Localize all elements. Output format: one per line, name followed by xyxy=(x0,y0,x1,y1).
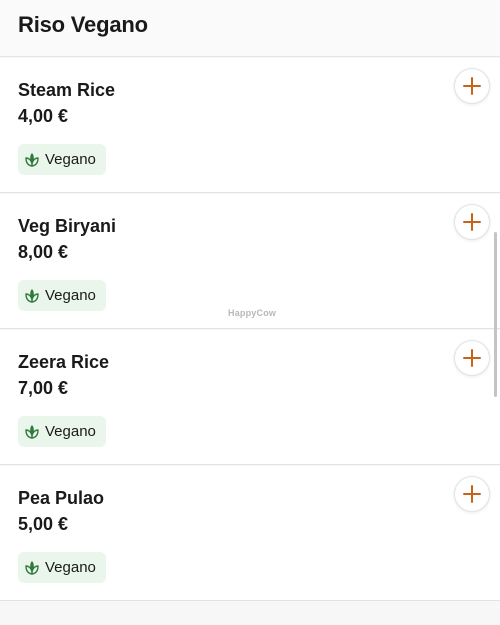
item-price: 7,00 € xyxy=(18,378,69,398)
add-item-button[interactable] xyxy=(454,476,490,512)
plus-icon xyxy=(463,485,481,503)
menu-item: Pea Pulao 5,00 € Vegano xyxy=(0,466,500,601)
leaf-icon xyxy=(24,152,40,168)
item-name: Zeera Rice xyxy=(18,352,110,372)
menu-item: Zeera Rice 7,00 € Vegano xyxy=(0,330,500,465)
vegan-badge: Vegano xyxy=(18,552,106,583)
section-title: Riso Vegano xyxy=(18,12,148,37)
badge-label: Vegano xyxy=(45,559,96,576)
menu-item: Steam Rice 4,00 € Vegano xyxy=(0,58,500,193)
item-name: Steam Rice xyxy=(18,80,116,100)
item-price: 4,00 € xyxy=(18,106,69,126)
vegan-badge: Vegano xyxy=(18,144,106,175)
scrollbar[interactable] xyxy=(494,232,497,397)
plus-icon xyxy=(463,349,481,367)
badge-label: Vegano xyxy=(45,151,96,168)
plus-icon xyxy=(463,213,481,231)
add-item-button[interactable] xyxy=(454,204,490,240)
leaf-icon xyxy=(24,560,40,576)
badge-label: Vegano xyxy=(45,423,96,440)
vegan-badge: Vegano xyxy=(18,280,106,311)
add-item-button[interactable] xyxy=(454,340,490,376)
leaf-icon xyxy=(24,288,40,304)
add-item-button[interactable] xyxy=(454,68,490,104)
item-name: Pea Pulao xyxy=(18,488,105,508)
plus-icon xyxy=(463,77,481,95)
item-name: Veg Biryani xyxy=(18,216,117,236)
section-header: Riso Vegano xyxy=(0,0,500,57)
leaf-icon xyxy=(24,424,40,440)
badge-label: Vegano xyxy=(45,287,96,304)
item-price: 8,00 € xyxy=(18,242,69,262)
vegan-badge: Vegano xyxy=(18,416,106,447)
item-price: 5,00 € xyxy=(18,514,69,534)
happycow-watermark: HappyCow xyxy=(228,308,277,318)
